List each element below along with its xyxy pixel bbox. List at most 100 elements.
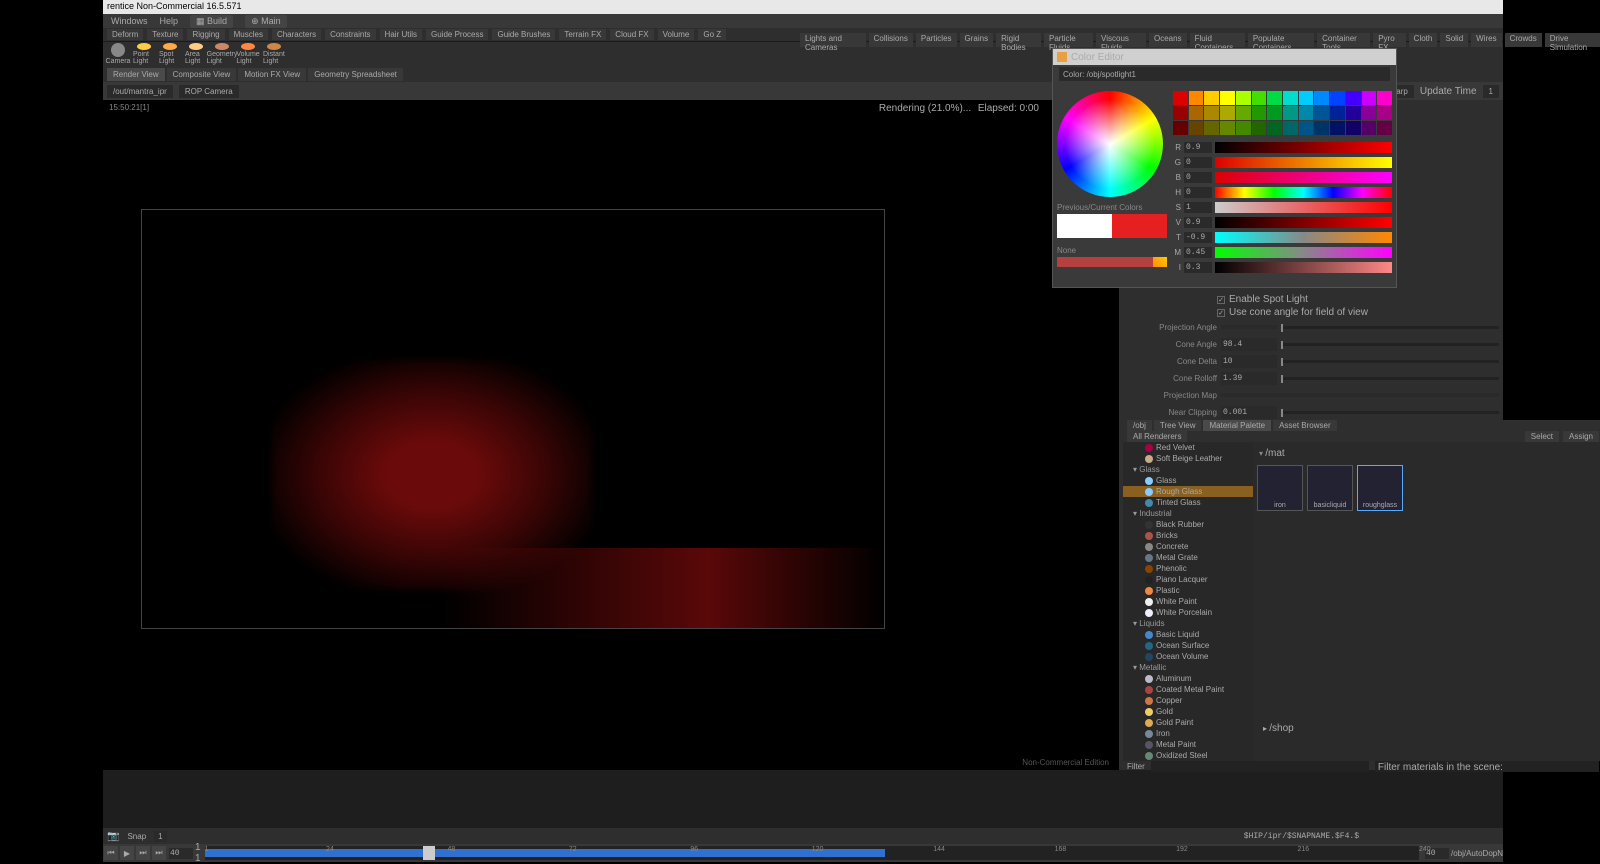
shelf-tab[interactable]: Guide Brushes <box>492 29 555 40</box>
tree-item[interactable]: ▾ Metallic <box>1123 662 1253 673</box>
shelf-tab[interactable]: Volume <box>658 29 695 40</box>
color-swatch[interactable] <box>1220 121 1235 135</box>
S-value[interactable]: 1 <box>1184 202 1212 213</box>
shelf-tab[interactable]: Cloth <box>1409 33 1438 47</box>
tree-item[interactable]: Oxidized Steel <box>1123 750 1253 761</box>
color-swatch[interactable] <box>1204 121 1219 135</box>
menu-windows[interactable]: Windows <box>111 16 148 26</box>
color-editor-panel[interactable]: Color Editor Color: /obj/spotlight1 Prev… <box>1052 48 1397 288</box>
shelf-tab[interactable]: Texture <box>147 29 183 40</box>
tree-item[interactable]: Basic Liquid <box>1123 629 1253 640</box>
tree-item[interactable]: White Porcelain <box>1123 607 1253 618</box>
light-tool[interactable]: Distant Light <box>263 43 285 65</box>
color-swatch[interactable] <box>1189 106 1204 120</box>
tab-asset-browser[interactable]: Asset Browser <box>1273 420 1337 431</box>
color-swatch[interactable] <box>1267 121 1282 135</box>
timeline-cursor[interactable] <box>423 846 435 860</box>
tab-obj[interactable]: /obj <box>1127 420 1152 431</box>
shelf-tab[interactable]: Fluid Containers <box>1190 33 1245 47</box>
cone-delta-slider[interactable] <box>1281 360 1499 363</box>
tree-item[interactable]: Black Rubber <box>1123 519 1253 530</box>
menu-help[interactable]: Help <box>160 16 179 26</box>
shelf-tab[interactable]: Crowds <box>1505 33 1542 47</box>
color-swatch[interactable] <box>1173 121 1188 135</box>
R-value[interactable]: 0.9 <box>1184 142 1212 153</box>
color-swatches[interactable] <box>1173 91 1392 135</box>
color-swatch[interactable] <box>1236 106 1251 120</box>
tree-item[interactable]: Glass <box>1123 475 1253 486</box>
light-tool[interactable]: Volume Light <box>237 43 259 65</box>
T-value[interactable]: -0.9 <box>1184 232 1212 243</box>
shelf-tab[interactable]: Hair Utils <box>380 29 422 40</box>
color-swatch[interactable] <box>1204 106 1219 120</box>
tree-item[interactable]: ▾ Liquids <box>1123 618 1253 629</box>
color-swatch[interactable] <box>1330 106 1345 120</box>
near-clip-value[interactable]: 0.001 <box>1221 406 1277 419</box>
first-frame-button[interactable]: ⏮ <box>104 846 118 860</box>
tab-tree-view[interactable]: Tree View <box>1154 420 1202 431</box>
tree-item[interactable]: Ocean Volume <box>1123 651 1253 662</box>
color-path[interactable]: Color: /obj/spotlight1 <box>1059 67 1390 81</box>
tree-item[interactable]: Piano Lacquer <box>1123 574 1253 585</box>
shelf-tab[interactable]: Particles <box>916 33 957 47</box>
shelf-tab[interactable]: Grains <box>960 33 994 47</box>
shelf-tab[interactable]: Go Z <box>698 29 726 40</box>
tree-item[interactable]: White Paint <box>1123 596 1253 607</box>
color-swatch[interactable] <box>1252 106 1267 120</box>
R-slider[interactable] <box>1215 142 1392 153</box>
tree-item[interactable]: Rough Glass <box>1123 486 1253 497</box>
shelf-tab[interactable]: Guide Process <box>426 29 488 40</box>
tree-item[interactable]: ▾ Glass <box>1123 464 1253 475</box>
view-tab[interactable]: Render View <box>107 68 165 81</box>
assign-button[interactable]: Assign <box>1563 431 1599 442</box>
S-slider[interactable] <box>1215 202 1392 213</box>
shelf-tab[interactable]: Deform <box>107 29 143 40</box>
tree-item[interactable]: Phenolic <box>1123 563 1253 574</box>
shelf-tab[interactable]: Populate Containers <box>1248 33 1314 47</box>
shelf-tab[interactable]: Pyro FX <box>1373 33 1405 47</box>
color-swatch[interactable] <box>1220 106 1235 120</box>
shelf-tab[interactable]: Collisions <box>869 33 913 47</box>
snap-icon[interactable]: 📷 <box>107 831 119 842</box>
color-swatch[interactable] <box>1346 91 1361 105</box>
color-swatch[interactable] <box>1252 121 1267 135</box>
next-frame-button[interactable]: ⏭ <box>136 846 150 860</box>
play-button[interactable]: ▶ <box>120 846 134 860</box>
render-viewport[interactable]: 15:50:21[1] Rendering (21.0%)... Elapsed… <box>103 100 1119 770</box>
tree-item[interactable]: Gold Paint <box>1123 717 1253 728</box>
mat-thumb-iron[interactable]: iron <box>1257 465 1303 511</box>
color-wheel[interactable] <box>1057 91 1163 197</box>
color-swatch[interactable] <box>1173 91 1188 105</box>
color-swatch[interactable] <box>1377 91 1392 105</box>
color-swatch[interactable] <box>1189 91 1204 105</box>
V-value[interactable]: 0.9 <box>1184 217 1212 228</box>
last-frame-button[interactable]: ⏭ <box>152 846 166 860</box>
tree-item[interactable]: Gold <box>1123 706 1253 717</box>
main-desktop[interactable]: ⊕ Main <box>245 15 287 28</box>
tree-item[interactable]: ▾ Industrial <box>1123 508 1253 519</box>
color-swatch[interactable] <box>1299 121 1314 135</box>
color-swatch[interactable] <box>1346 121 1361 135</box>
color-swatch[interactable] <box>1362 121 1377 135</box>
color-swatch[interactable] <box>1377 121 1392 135</box>
color-swatch[interactable] <box>1173 106 1188 120</box>
shelf-tab[interactable]: Oceans <box>1149 33 1187 47</box>
shelf-tab[interactable]: Terrain FX <box>559 29 606 40</box>
proj-angle-slider[interactable] <box>1281 326 1499 329</box>
view-tab[interactable]: Motion FX View <box>238 68 306 81</box>
filter-input-left[interactable] <box>1151 761 1369 772</box>
B-value[interactable]: 0 <box>1184 172 1212 183</box>
I-value[interactable]: 0.3 <box>1184 262 1212 273</box>
color-swatch[interactable] <box>1236 91 1251 105</box>
shelf-tab[interactable]: Muscles <box>229 29 268 40</box>
material-tree[interactable]: Red VelvetSoft Beige Leather▾ GlassGlass… <box>1123 442 1253 761</box>
color-swatch[interactable] <box>1330 121 1345 135</box>
view-tab[interactable]: Composite View <box>167 68 237 81</box>
timeline-track[interactable]: 124487296120144168192216240 <box>205 846 1419 860</box>
use-cone-checkbox[interactable]: ✓Use cone angle for field of view <box>1127 307 1499 318</box>
cone-rolloff-slider[interactable] <box>1281 377 1499 380</box>
T-slider[interactable] <box>1215 232 1392 243</box>
color-swatch[interactable] <box>1330 91 1345 105</box>
color-editor-header[interactable]: Color Editor <box>1053 49 1396 65</box>
tree-item[interactable]: Aluminum <box>1123 673 1253 684</box>
